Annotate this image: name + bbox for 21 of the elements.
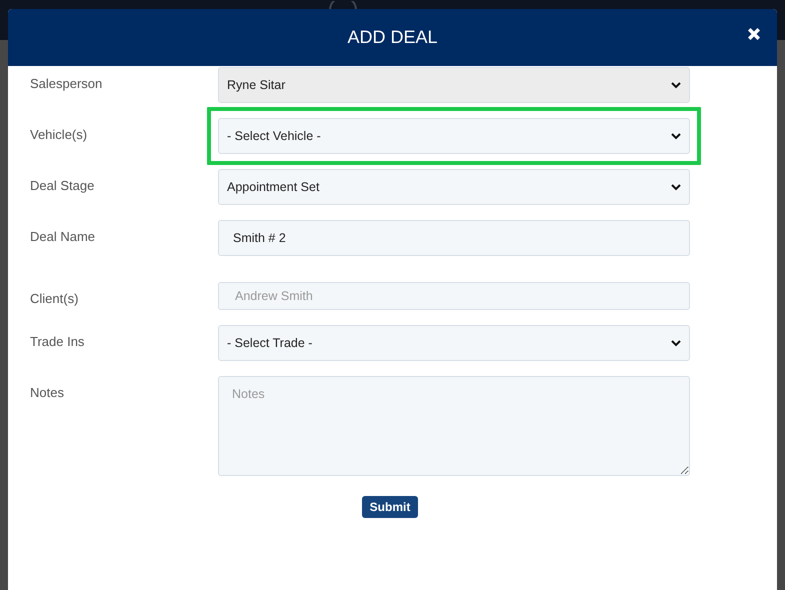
select-field[interactable]: - Select Vehicle - <box>218 118 690 154</box>
chevron-icon <box>671 82 681 88</box>
select-field[interactable]: Appointment Set <box>218 169 690 205</box>
field-label: Deal Stage <box>30 177 96 195</box>
field-label: Deal Name <box>30 228 96 246</box>
field-label: Vehicle(s) <box>30 126 88 144</box>
chevron-icon <box>671 132 681 140</box>
chevron-icon <box>671 340 681 346</box>
field-label: Salesperson <box>30 75 104 93</box>
select-field[interactable]: - Select Trade - <box>218 325 690 361</box>
logo-icon <box>328 1 356 10</box>
close-icon[interactable] <box>746 26 762 42</box>
field-label: Client(s) <box>30 290 80 308</box>
modal-title: ADD DEAL <box>347 27 438 48</box>
submit-button[interactable]: Submit <box>362 496 418 518</box>
field-label: Notes <box>30 384 65 402</box>
notes-field[interactable]: Notes <box>218 376 690 476</box>
chevron-icon <box>671 184 681 190</box>
field-label: Trade Ins <box>30 333 86 351</box>
client-field[interactable]: Andrew Smith <box>218 282 690 310</box>
input-field[interactable]: Smith # 2 <box>218 220 690 256</box>
